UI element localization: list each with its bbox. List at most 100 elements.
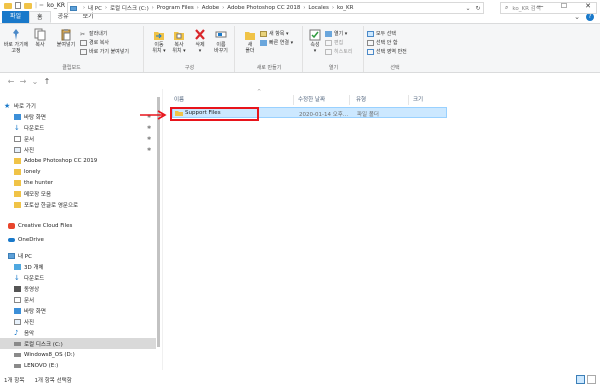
column-divider[interactable] (349, 95, 350, 105)
nav-creative-cloud[interactable]: Creative Cloud Files (0, 220, 156, 231)
help-icon[interactable]: ? (586, 13, 594, 21)
cut-button[interactable]: ✂ 잘라내기 (80, 30, 107, 38)
select-group-label: 선택 (390, 65, 400, 71)
select-none-button[interactable]: 선택 안 함 (367, 39, 398, 46)
nav-item-lenovo-e[interactable]: LENOVO (E:) (0, 360, 156, 371)
up-button[interactable]: ↑ (41, 77, 53, 86)
navigation-pane: ★ 바로 가기 바탕 화면 ✱ ↓ 다운로드 ✱ 문서 ✱ 사진 ✱ Adobe… (0, 91, 156, 370)
nav-item-pc-desktop[interactable]: 바탕 화면 (0, 305, 156, 316)
nav-item-memo[interactable]: 메모장 모음 (0, 188, 156, 199)
easy-access-button[interactable]: 빠른 연결 ▾ (260, 39, 293, 46)
new-folder-icon[interactable] (24, 2, 32, 9)
recent-locations-button[interactable]: ⌄ (29, 77, 41, 86)
nav-scrollbar[interactable] (157, 91, 161, 368)
nav-onedrive[interactable]: OneDrive (0, 234, 156, 245)
back-button[interactable]: ← (5, 77, 17, 86)
nav-quick-access[interactable]: ★ 바로 가기 (0, 100, 156, 111)
drive-icon (14, 352, 21, 357)
address-bar[interactable]: › 내 PC › 로컬 디스크 (C:) › Program Files › A… (67, 2, 484, 14)
paste-shortcut-button[interactable]: 바로 가기 붙여넣기 (80, 48, 129, 55)
nav-label: 메모장 모음 (24, 191, 52, 198)
nav-item-music[interactable]: ♪ 음악 (0, 327, 156, 338)
breadcrumb-locales[interactable]: Locales (308, 5, 329, 11)
column-divider[interactable] (293, 95, 294, 105)
column-header-date[interactable]: 수정한 날짜 (298, 95, 325, 105)
selected-count: 1개 항목 선택함 (34, 378, 72, 384)
edit-button[interactable]: 편집 (325, 39, 343, 46)
nav-item-lonely[interactable]: lonely (0, 166, 156, 177)
nav-item-pc-documents[interactable]: 문서 (0, 294, 156, 305)
nav-item-photoshop-lang[interactable]: 포토샵 한글로 영문으로 (0, 199, 156, 210)
breadcrumb-separator[interactable]: › (197, 5, 199, 11)
organize-group: 이동 위치 ▾ 복사 위치 ▾ 삭제 ▾ 이름 바꾸기 구성 (145, 26, 235, 72)
column-divider[interactable] (408, 95, 409, 105)
nav-this-pc[interactable]: 내 PC (0, 250, 156, 261)
drive-icon (14, 341, 21, 346)
nav-item-videos[interactable]: 동영상 (0, 283, 156, 294)
open-group: 속성 ▾ 열기 ▾ 편집 히스토리 열기 (304, 26, 364, 72)
breadcrumb-separator[interactable]: › (303, 5, 305, 11)
nav-scrollbar-thumb[interactable] (157, 97, 160, 347)
select-all-button[interactable]: 모두 선택 (367, 30, 396, 37)
breadcrumb-program-files[interactable]: Program Files (157, 5, 194, 11)
open-button[interactable]: 열기 ▾ (325, 30, 347, 37)
nav-item-desktop[interactable]: 바탕 화면 ✱ (0, 111, 156, 122)
paste-button[interactable]: 붙여넣기 (52, 28, 80, 48)
nav-item-windows-d[interactable]: Windows8_OS (D:) (0, 349, 156, 360)
nav-item-local-disk-c[interactable]: 로컬 디스크 (C:) (0, 338, 156, 349)
breadcrumb-separator[interactable]: › (152, 5, 154, 11)
nav-item-pc-pictures[interactable]: 사진 (0, 316, 156, 327)
invert-selection-icon (367, 48, 374, 55)
desktop-icon (14, 113, 21, 120)
expand-ribbon-icon[interactable]: ⌄ (574, 13, 580, 21)
copy-path-button[interactable]: 경로 복사 (80, 39, 109, 46)
tab-home[interactable]: 홈 (29, 11, 51, 23)
nav-item-downloads[interactable]: ↓ 다운로드 ✱ (0, 122, 156, 133)
breadcrumb-photoshop[interactable]: Adobe Photoshop CC 2018 (227, 5, 300, 11)
edit-label: 편집 (334, 40, 344, 46)
copy-icon (34, 28, 46, 41)
forward-button[interactable]: → (17, 77, 29, 86)
search-box[interactable]: ⌕ ko_KR 검색 (500, 2, 597, 14)
breadcrumb-separator[interactable]: › (83, 5, 85, 11)
nav-item-3d-objects[interactable]: 3D 개체 (0, 261, 156, 272)
document-icon (14, 296, 21, 303)
paste-icon (61, 29, 71, 41)
pin-icon[interactable]: ✱ (147, 136, 151, 142)
breadcrumb-this-pc[interactable]: 내 PC (88, 4, 102, 12)
breadcrumb-adobe[interactable]: Adobe (202, 5, 219, 11)
nav-item-the-hunter[interactable]: the hunter (0, 177, 156, 188)
large-icons-view-icon[interactable] (587, 375, 596, 384)
rename-button[interactable]: 이름 바꾸기 (207, 28, 235, 54)
drive-icon (14, 363, 21, 368)
column-header-type[interactable]: 유형 (356, 95, 366, 105)
invert-selection-button[interactable]: 선택 영역 반전 (367, 48, 407, 55)
pin-icon[interactable]: ✱ (147, 147, 151, 153)
quick-access-toolbar-separator[interactable]: | = (35, 2, 44, 9)
nav-item-photoshop-2019[interactable]: Adobe Photoshop CC 2019 (0, 155, 156, 166)
nav-item-pc-downloads[interactable]: ↓ 다운로드 (0, 272, 156, 283)
new-item-button[interactable]: 새 항목 ▾ (260, 30, 289, 37)
breadcrumb-local-disk[interactable]: 로컬 디스크 (C:) (110, 4, 149, 12)
breadcrumb-separator[interactable]: › (332, 5, 334, 11)
nav-label: the hunter (24, 179, 54, 186)
pin-icon[interactable]: ✱ (147, 125, 151, 131)
breadcrumb-separator[interactable]: › (222, 5, 224, 11)
nav-item-documents[interactable]: 문서 ✱ (0, 133, 156, 144)
copy-label: 복사 (35, 42, 45, 48)
history-icon (325, 48, 332, 55)
column-header-size[interactable]: 크기 (413, 95, 423, 105)
history-button[interactable]: 히스토리 (325, 48, 352, 55)
address-dropdown-icon[interactable]: ⌄ (463, 5, 473, 12)
breadcrumb-ko-kr[interactable]: ko_KR (337, 5, 354, 11)
this-pc-icon (8, 252, 15, 259)
breadcrumb-separator[interactable]: › (105, 5, 107, 11)
details-view-icon[interactable] (576, 375, 585, 384)
nav-item-pictures[interactable]: 사진 ✱ (0, 144, 156, 155)
refresh-icon[interactable]: ↻ (473, 5, 483, 12)
copy-button[interactable]: 복사 (26, 28, 54, 48)
tab-file[interactable]: 파일 (2, 11, 30, 23)
column-header-name[interactable]: 이름 (174, 95, 184, 105)
properties-icon[interactable] (15, 2, 21, 9)
sort-indicator-icon: ^ (257, 89, 262, 95)
